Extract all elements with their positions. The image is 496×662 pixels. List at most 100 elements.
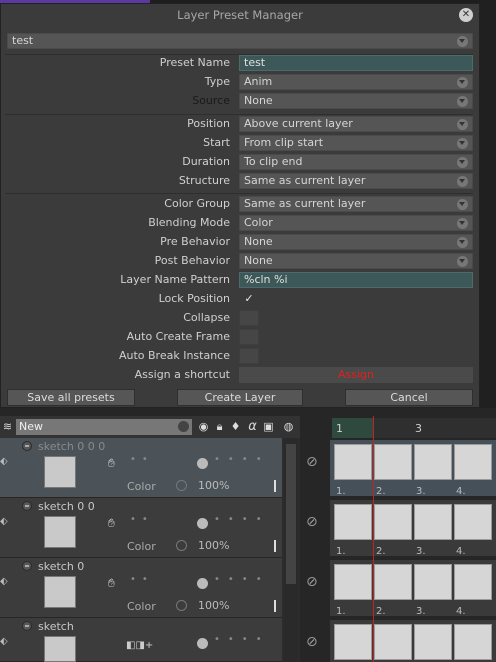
- drawing-cell[interactable]: [414, 504, 452, 540]
- structure-dropdown[interactable]: Same as current layer: [239, 173, 473, 189]
- layer-row[interactable]: sketch ⬖ ◧◨+ ••••: [0, 618, 282, 662]
- link-icon[interactable]: ◧◨+: [126, 640, 153, 651]
- hide-icon[interactable]: ⊘: [306, 634, 318, 650]
- create-layer-button[interactable]: Create Layer: [177, 389, 303, 406]
- lock-position-checkbox[interactable]: ✓: [239, 291, 259, 307]
- drawing-cell[interactable]: [334, 444, 372, 480]
- layer-opacity[interactable]: 100%: [196, 599, 278, 613]
- layer-row[interactable]: sketch 0 0 0 ⬖ ✋︎ •• •••• Color 100%: [0, 438, 282, 498]
- cell-number: 2.: [376, 486, 386, 497]
- knob-icon[interactable]: [197, 518, 208, 529]
- collapse-toggle-icon[interactable]: [22, 561, 32, 571]
- hide-icon[interactable]: ⊘: [306, 574, 318, 590]
- close-icon[interactable]: ✕: [459, 8, 473, 22]
- cell-number: 2.: [376, 606, 386, 617]
- timeline-track[interactable]: ⊘ 1. 2. 3. 4.: [300, 558, 496, 618]
- tag-icon[interactable]: ⬖: [0, 456, 14, 470]
- start-dropdown[interactable]: From clip start: [239, 135, 473, 151]
- save-all-presets-button[interactable]: Save all presets: [7, 389, 135, 406]
- dots-icon: ••: [130, 574, 154, 585]
- playhead[interactable]: [373, 416, 374, 662]
- expand-toggle-icon[interactable]: [22, 441, 32, 451]
- tag-icon[interactable]: ⬖: [0, 636, 14, 650]
- knob-icon[interactable]: [197, 578, 208, 589]
- drawing-cell[interactable]: [374, 504, 412, 540]
- cancel-button[interactable]: Cancel: [345, 389, 473, 406]
- dialog-titlebar[interactable]: Layer Preset Manager ✕: [1, 4, 479, 26]
- knob-icon[interactable]: [197, 458, 208, 469]
- drawing-cell[interactable]: [454, 504, 492, 540]
- drawing-cell[interactable]: [374, 444, 412, 480]
- alpha-icon[interactable]: α: [246, 420, 259, 433]
- lock-position-label: Lock Position: [158, 292, 230, 305]
- new-layer-dropdown[interactable]: New: [16, 419, 192, 435]
- drawing-cell[interactable]: [334, 624, 372, 660]
- hand-icon[interactable]: ✋︎: [108, 576, 115, 591]
- timeline-track[interactable]: ⊘ 1. 2. 3. 4.: [300, 438, 496, 498]
- timeline-track[interactable]: ⊘: [300, 618, 496, 662]
- cell-number: 1.: [336, 606, 346, 617]
- drawing-cell[interactable]: [374, 624, 412, 660]
- preset-selector[interactable]: test: [7, 33, 473, 49]
- layer-opacity[interactable]: 100%: [196, 479, 278, 493]
- collapse-toggle-icon[interactable]: [22, 621, 32, 631]
- chevron-down-icon: [457, 77, 468, 88]
- preset-name-label: Preset Name: [159, 56, 230, 69]
- frame-icon[interactable]: ▣: [262, 420, 275, 433]
- circle-icon[interactable]: [176, 540, 187, 551]
- circle-icon[interactable]: [176, 600, 187, 611]
- collapse-toggle-icon[interactable]: [22, 501, 32, 511]
- lock-icon[interactable]: 🔒︎: [213, 420, 226, 433]
- cell-number: 3.: [416, 546, 426, 557]
- layer-name-pattern-input[interactable]: %cln %i: [239, 272, 473, 288]
- layers-scrollbar[interactable]: [284, 438, 298, 662]
- layer-opacity[interactable]: 100%: [196, 539, 278, 553]
- light-bulb-icon[interactable]: ♦: [229, 420, 242, 433]
- pre-behavior-dropdown[interactable]: None: [239, 234, 473, 250]
- layer-row[interactable]: sketch 0 ⬖ ✋︎ •• •••• Color 100%: [0, 558, 282, 618]
- frame-ruler[interactable]: 1 3: [332, 418, 496, 438]
- auto-break-instance-checkbox[interactable]: [239, 348, 259, 364]
- position-dropdown[interactable]: Above current layer: [239, 116, 473, 132]
- collapse-checkbox[interactable]: [239, 310, 259, 326]
- color-group-dropdown[interactable]: Same as current layer: [239, 196, 473, 212]
- preset-name-input[interactable]: test: [239, 55, 473, 71]
- drawing-cell[interactable]: [454, 564, 492, 600]
- assign-shortcut-button[interactable]: Assign: [239, 367, 473, 383]
- timeline-track[interactable]: ⊘ 1. 2. 3. 4.: [300, 498, 496, 558]
- drawing-cell[interactable]: [334, 504, 372, 540]
- drawing-cell[interactable]: [374, 564, 412, 600]
- eye-icon[interactable]: ◉: [197, 420, 210, 433]
- cell-number: 4.: [456, 546, 466, 557]
- hand-icon[interactable]: ✋︎: [108, 516, 115, 531]
- type-dropdown[interactable]: Anim: [239, 74, 473, 90]
- tag-icon[interactable]: ⬖: [0, 516, 14, 530]
- auto-create-frame-checkbox[interactable]: [239, 329, 259, 345]
- drawing-cell[interactable]: [454, 444, 492, 480]
- duration-dropdown[interactable]: To clip end: [239, 154, 473, 170]
- scrollbar-thumb[interactable]: [286, 444, 296, 584]
- drawing-cell[interactable]: [334, 564, 372, 600]
- dots-icon: ••: [130, 454, 154, 465]
- hide-icon[interactable]: ⊘: [306, 454, 318, 470]
- frame-number: 3: [415, 422, 422, 435]
- layer-row[interactable]: sketch 0 0 ⬖ ✋︎ •• •••• Color 100%: [0, 498, 282, 558]
- knob-icon[interactable]: [197, 638, 208, 649]
- type-label: Type: [204, 75, 230, 88]
- drawing-cell[interactable]: [414, 624, 452, 660]
- hide-icon[interactable]: ⊘: [306, 514, 318, 530]
- source-dropdown[interactable]: None: [239, 93, 473, 109]
- drawing-cell[interactable]: [454, 624, 492, 660]
- hand-icon[interactable]: ✋︎: [108, 456, 115, 471]
- onion-skin-icon[interactable]: ◍: [282, 420, 295, 433]
- layers-stack-icon[interactable]: ≋: [1, 420, 14, 433]
- post-behavior-dropdown[interactable]: None: [239, 253, 473, 269]
- tag-icon[interactable]: ⬖: [0, 576, 14, 590]
- blending-mode-dropdown[interactable]: Color: [239, 215, 473, 231]
- drawing-cell[interactable]: [414, 444, 452, 480]
- drawing-cell[interactable]: [414, 564, 452, 600]
- auto-break-instance-label: Auto Break Instance: [118, 349, 230, 362]
- circle-icon[interactable]: [176, 480, 187, 491]
- dots-icon: ••••: [214, 454, 270, 465]
- structure-label: Structure: [178, 174, 230, 187]
